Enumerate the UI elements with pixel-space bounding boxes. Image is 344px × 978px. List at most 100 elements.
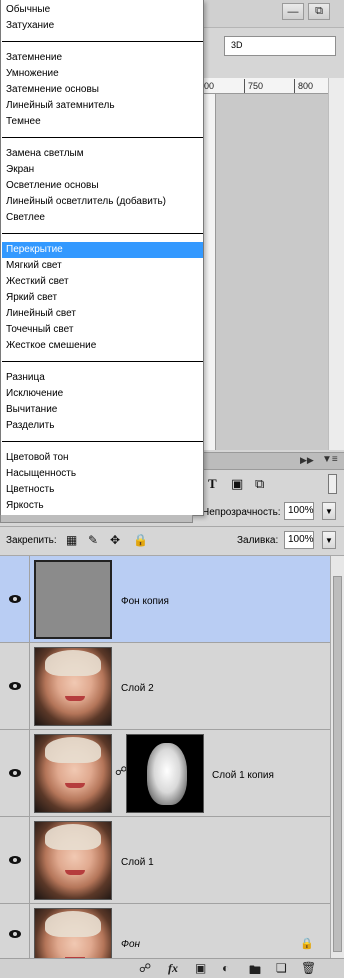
visibility-toggle[interactable] — [0, 556, 30, 642]
visibility-toggle[interactable] — [0, 643, 30, 729]
smart-object-filter-icon[interactable]: ⧉ — [255, 476, 264, 492]
fx-icon[interactable]: fx — [168, 961, 178, 976]
eye-icon — [8, 856, 21, 864]
layer-name: Фон копия — [121, 596, 169, 607]
menu-divider — [2, 233, 203, 234]
collapse-arrows-icon[interactable]: ▶▶ — [300, 455, 314, 466]
new-layer-icon[interactable]: ❏ — [276, 961, 287, 975]
group-folder-icon[interactable]: 🖿 — [249, 961, 261, 978]
layer-name: Слой 1 — [121, 857, 154, 868]
blend-mode-option[interactable]: Обычные — [2, 2, 203, 18]
vertical-ruler — [204, 94, 216, 450]
layer-row[interactable]: ☍ Слой 1 копия — [0, 730, 330, 817]
blend-mode-option[interactable]: Экран — [2, 162, 203, 178]
blend-mode-select-edge[interactable] — [0, 515, 193, 523]
blend-mode-option[interactable]: Светлее — [2, 210, 203, 226]
horizontal-ruler: 00 750 800 — [204, 78, 328, 94]
scroll-thumb[interactable] — [333, 576, 342, 952]
minimize-icon[interactable]: — — [282, 3, 304, 20]
blend-mode-option[interactable]: Затемнение — [2, 50, 203, 66]
blend-mode-option[interactable]: Умножение — [2, 66, 203, 82]
blend-mode-option[interactable]: Насыщенность — [2, 466, 203, 482]
canvas[interactable] — [216, 94, 328, 450]
blend-mode-option[interactable]: Темнее — [2, 114, 203, 130]
workspace-select[interactable]: 3D — [224, 36, 336, 56]
filter-toggle[interactable] — [328, 474, 337, 494]
layer-row[interactable]: Слой 2 — [0, 643, 330, 730]
opacity-label: Непрозрачность: — [202, 507, 281, 518]
visibility-toggle[interactable] — [0, 817, 30, 903]
restore-icon[interactable]: ⧉ — [308, 3, 330, 20]
divider — [0, 526, 344, 527]
opacity-field[interactable]: 100% — [284, 502, 314, 520]
panel-menu-icon[interactable]: ▼≡ — [322, 454, 338, 465]
layers-list: Фон копия Слой 2 ☍ Слой 1 копия Слой 1 Ф… — [0, 556, 330, 958]
document-scrollbar[interactable] — [328, 78, 344, 450]
fill-field[interactable]: 100% — [284, 531, 314, 549]
blend-mode-dropdown: Обычные Затухание Затемнение Умножение З… — [0, 0, 204, 516]
blend-mode-option[interactable]: Точечный свет — [2, 322, 203, 338]
blend-mode-option[interactable]: Замена светлым — [2, 146, 203, 162]
blend-mode-option[interactable]: Мягкий свет — [2, 258, 203, 274]
layer-thumbnail — [34, 734, 112, 813]
blend-mode-option[interactable]: Линейный затемнитель — [2, 98, 203, 114]
portrait-image — [35, 822, 111, 899]
blend-mode-option[interactable]: Разделить — [2, 418, 203, 434]
blend-mode-option[interactable]: Цветовой тон — [2, 450, 203, 466]
adjustment-layer-icon[interactable]: ◐ — [222, 961, 229, 975]
lock-pixels-icon[interactable]: ✎ — [88, 533, 98, 547]
shape-filter-icon[interactable]: ▣ — [231, 476, 243, 492]
blend-mode-option[interactable]: Яркость — [2, 498, 203, 514]
fill-dropdown-button[interactable]: ▼ — [322, 531, 336, 549]
layer-thumbnail — [34, 647, 112, 726]
eye-icon — [8, 682, 21, 690]
blend-mode-option[interactable]: Затухание — [2, 18, 203, 34]
opacity-dropdown-button[interactable]: ▼ — [322, 502, 336, 520]
layer-row[interactable]: Слой 1 — [0, 817, 330, 904]
lock-all-icon[interactable]: 🔒 — [133, 533, 148, 547]
add-mask-icon[interactable]: ▣ — [195, 961, 206, 975]
portrait-image — [35, 909, 111, 958]
eye-icon — [8, 595, 21, 603]
trash-icon[interactable]: 🗑 — [301, 961, 316, 975]
layer-mask-thumbnail[interactable] — [126, 734, 204, 813]
menu-divider — [2, 361, 203, 362]
blend-mode-option[interactable]: Жесткий свет — [2, 274, 203, 290]
blend-mode-option[interactable]: Вычитание — [2, 402, 203, 418]
layer-row[interactable]: Фон 🔒 — [0, 904, 330, 958]
layers-scrollbar[interactable] — [330, 556, 344, 958]
lock-label: Закрепить: — [6, 535, 57, 546]
blend-mode-option[interactable]: Осветление основы — [2, 178, 203, 194]
blend-mode-option[interactable]: Жесткое смешение — [2, 338, 203, 354]
layer-name: Слой 1 копия — [212, 770, 274, 781]
blend-mode-option[interactable]: Линейный осветлитель (добавить) — [2, 194, 203, 210]
mask-shape — [147, 743, 187, 805]
blend-mode-option[interactable]: Цветность — [2, 482, 203, 498]
layer-thumbnail — [34, 821, 112, 900]
eye-icon — [8, 769, 21, 777]
ruler-tick — [244, 79, 245, 93]
blend-mode-option[interactable]: Разница — [2, 370, 203, 386]
blend-mode-option[interactable]: Яркий свет — [2, 290, 203, 306]
portrait-image — [35, 735, 111, 812]
blend-mode-option-selected[interactable]: Перекрытие — [2, 242, 203, 258]
ruler-tick-label: 800 — [298, 81, 314, 91]
layer-thumbnail — [34, 908, 112, 958]
menu-divider — [2, 41, 203, 42]
menu-divider — [2, 441, 203, 442]
lock-position-icon[interactable]: ✥ — [110, 533, 120, 547]
layer-name: Слой 2 — [121, 683, 154, 694]
visibility-toggle[interactable] — [0, 730, 30, 816]
type-filter-icon[interactable]: T — [208, 476, 217, 492]
ruler-tick-label: 750 — [248, 81, 264, 91]
lock-transparency-icon[interactable]: ▦ — [66, 533, 77, 547]
layer-name: Фон — [121, 939, 141, 950]
blend-mode-option[interactable]: Затемнение основы — [2, 82, 203, 98]
ruler-tick-label: 00 — [204, 81, 215, 91]
blend-mode-option[interactable]: Исключение — [2, 386, 203, 402]
visibility-toggle[interactable] — [0, 904, 30, 958]
fill-label: Заливка: — [237, 535, 279, 546]
link-layers-icon[interactable]: ☍ — [139, 961, 151, 975]
blend-mode-option[interactable]: Линейный свет — [2, 306, 203, 322]
layer-row[interactable]: Фон копия — [0, 556, 330, 643]
